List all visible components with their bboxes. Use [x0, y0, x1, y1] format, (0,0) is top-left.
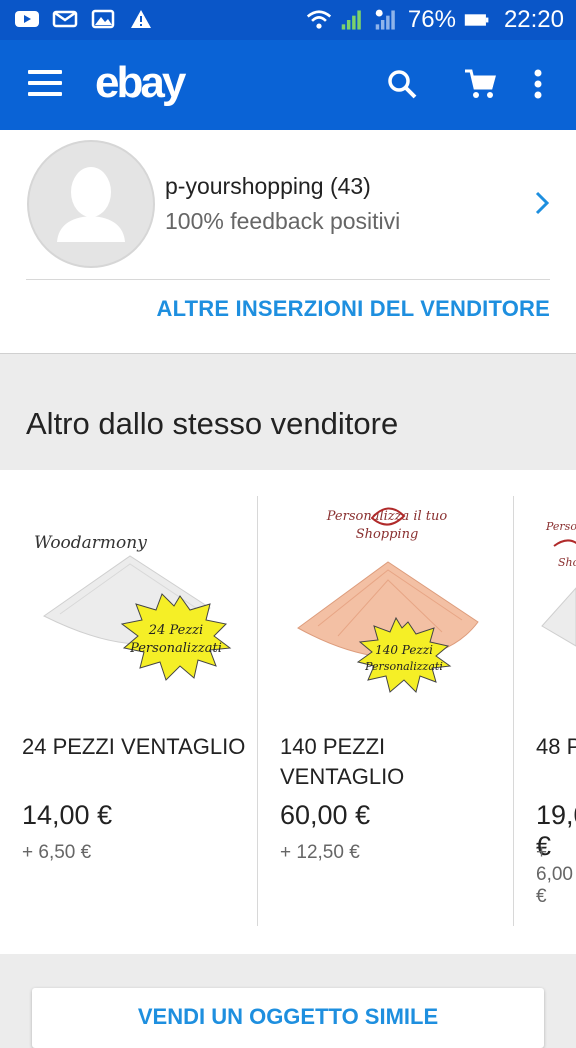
item-price: 14,00 € — [22, 800, 113, 830]
chevron-right-icon[interactable] — [530, 188, 554, 218]
menu-icon[interactable] — [28, 70, 62, 98]
item-card[interactable]: Woodarmony 24 Pezzi Personalizzati 24 PE… — [0, 470, 256, 928]
item-image[interactable]: Woodarmony 24 Pezzi Personalizzati — [20, 496, 238, 714]
seller-card[interactable]: p-yourshopping (43) 100% feedback positi… — [0, 130, 576, 354]
status-bar: 76% 22:20 — [0, 0, 576, 40]
item-price: 60,00 € — [280, 800, 371, 830]
battery-icon — [464, 9, 490, 31]
badge-line-1: 140 Pezzi — [375, 643, 433, 657]
seller-name: p-yourshopping (43) — [165, 173, 371, 199]
avatar — [27, 140, 155, 268]
badge-line-2: Personalizzati — [364, 660, 443, 673]
image-icon — [90, 8, 116, 30]
battery-percent: 76% — [407, 6, 456, 33]
item-title: 48 PEZZI VENTAGLIO — [536, 734, 576, 759]
image-caption-2: Shopping — [356, 527, 419, 542]
warning-icon — [128, 8, 154, 30]
image-caption: Woodarmony — [34, 533, 147, 553]
item-card[interactable]: Personalizza il tuo Shopping 140 Pezzi P… — [258, 470, 514, 928]
search-icon[interactable] — [382, 64, 422, 104]
signal-icon — [340, 9, 366, 31]
item-title: 140 PEZZI VENTAGLIO — [280, 734, 405, 789]
cart-icon[interactable] — [460, 64, 500, 104]
item-title: 24 PEZZI VENTAGLIO — [22, 734, 246, 759]
seller-feedback: 100% feedback positivi — [165, 208, 401, 234]
clock: 22:20 — [503, 6, 564, 33]
badge-line-1: 24 Pezzi — [148, 623, 203, 638]
more-vert-icon[interactable] — [518, 64, 558, 104]
items-carousel[interactable]: Woodarmony 24 Pezzi Personalizzati 24 PE… — [0, 470, 576, 954]
item-shipping: + 12,50 € — [280, 842, 360, 863]
item-card[interactable]: Personalizza Sho 48 PEZZI VENTAGLIO 19,0… — [514, 470, 576, 928]
ebay-logo[interactable]: ebay — [95, 58, 186, 108]
divider — [26, 279, 550, 280]
item-shipping: + 6,00 € — [536, 842, 573, 907]
item-image[interactable]: Personalizza Sho — [534, 496, 576, 714]
other-listings-link[interactable]: ALTRE INSERZIONI DEL VENDITORE — [157, 296, 550, 322]
youtube-icon — [14, 8, 40, 30]
app-bar: ebay — [0, 40, 576, 130]
section-title: Altro dallo stesso venditore — [26, 406, 399, 441]
signal-icon — [374, 9, 400, 31]
wifi-icon — [306, 9, 332, 31]
item-image[interactable]: Personalizza il tuo Shopping 140 Pezzi P… — [278, 496, 496, 714]
item-shipping: + 6,50 € — [22, 842, 92, 863]
image-caption: Personalizza — [545, 520, 576, 533]
mail-icon — [52, 8, 78, 30]
badge-line-2: Personalizzati — [129, 641, 222, 656]
image-caption-2: Sho — [558, 556, 576, 569]
image-caption: Personalizza il tuo — [326, 509, 448, 524]
sell-similar-label: VENDI UN OGGETTO SIMILE — [137, 1004, 439, 1029]
sell-similar-button[interactable]: VENDI UN OGGETTO SIMILE — [32, 988, 544, 1048]
